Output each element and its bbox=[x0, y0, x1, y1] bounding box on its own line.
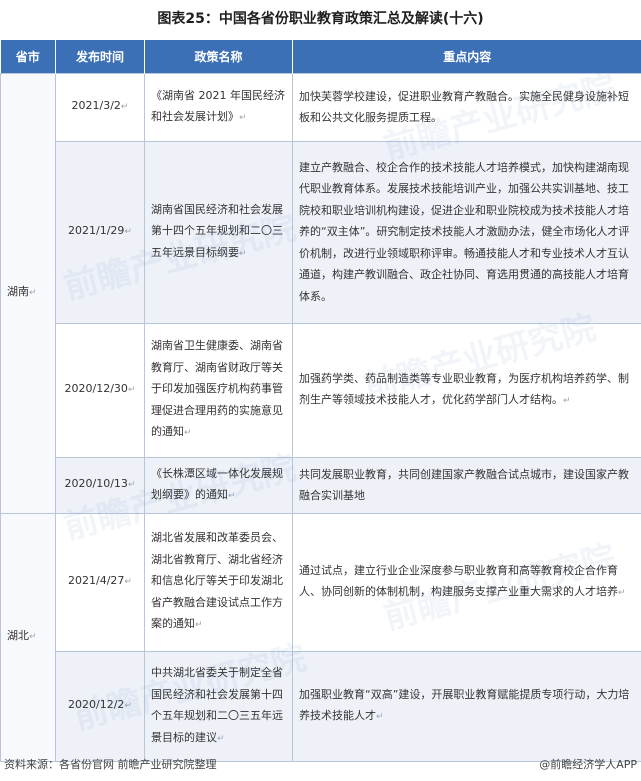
policy-name-cell: 中共湖北省委关于制定全省国民经济和社会发展第十四个五年规划和二〇三五年远景目标的… bbox=[144, 650, 293, 762]
table-row: 2021/1/29↵ 湖南省国民经济和社会发展第十四个五年规划和二〇三五年远景目… bbox=[1, 140, 641, 324]
key-content-cell: 建立产教融合、校企合作的技术技能人才培养模式，加快构建湖南现代职业教育体系。发展… bbox=[292, 140, 641, 324]
date-cell: 2020/12/30↵ bbox=[55, 322, 145, 458]
policy-name-cell: 湖南省国民经济和社会发展第十四个五年规划和二〇三五年远景目标纲要↵ bbox=[144, 140, 293, 324]
table-row: 2020/12/2↵ 中共湖北省委关于制定全省国民经济和社会发展第十四个五年规划… bbox=[1, 650, 641, 762]
policy-name-cell: 《湖南省 2021 年国民经济和社会发展计划》↵ bbox=[144, 72, 293, 142]
policy-name-cell: 湖南省卫生健康委、湖南省教育厅、湖南省财政厅等关于印发加强医疗机构药事管理促进合… bbox=[144, 322, 293, 458]
date-cell: 2020/10/13↵ bbox=[55, 456, 145, 514]
province-cell: 湖北↵ bbox=[0, 512, 56, 762]
brand-credit: @前瞻经济学人APP bbox=[539, 758, 637, 771]
date-cell: 2020/12/2↵ bbox=[55, 650, 145, 762]
table-row: 2020/12/30↵ 湖南省卫生健康委、湖南省教育厅、湖南省财政厅等关于印发加… bbox=[1, 322, 641, 458]
table-row: 2020/10/13↵ 《长株潭区域一体化发展规划纲要》的通知↵ 共同发展职业教… bbox=[1, 456, 641, 514]
table-row: 湖北↵ 2021/4/27↵ 湖北省发展和改革委员会、湖北省教育厅、湖北省经济和… bbox=[0, 512, 641, 762]
header-key-content: 重点内容 bbox=[292, 40, 641, 73]
date-cell: 2021/3/2↵ bbox=[55, 72, 145, 142]
date-cell: 2021/4/27↵ bbox=[55, 512, 145, 652]
key-content-cell: 通过试点，建立行业企业深度参与职业教育和高等教育校企合作育人、协同创新的体制机制… bbox=[292, 512, 641, 652]
policy-table: 省市 发布时间 政策名称 重点内容 湖南↵ 2021/3/2↵ 《湖南省 202… bbox=[0, 40, 641, 762]
table-row: 湖南↵ 2021/3/2↵ 《湖南省 2021 年国民经济和社会发展计划》↵ 加… bbox=[0, 72, 641, 514]
header-province: 省市 bbox=[0, 40, 56, 73]
policy-name-cell: 湖北省发展和改革委员会、湖北省教育厅、湖北省经济和信息化厅等关于印发湖北省产教融… bbox=[144, 512, 293, 652]
key-content-cell: 加强药学类、药品制造类等专业职业教育，为医疗机构培养药学、制剂生产等领域技术技能… bbox=[292, 322, 641, 458]
key-content-cell: 加快芙蓉学校建设，促进职业教育产教融合。实施全民健身设施补短板和公共文化服务提质… bbox=[292, 72, 641, 142]
key-content-cell: 加强职业教育“双高”建设，开展职业教育赋能提质专项行动，大力培养技术技能人才↵ bbox=[292, 650, 641, 762]
header-policy-name: 政策名称 bbox=[144, 40, 293, 73]
province-cell: 湖南↵ bbox=[0, 72, 56, 514]
header-date: 发布时间 bbox=[55, 40, 145, 73]
page-title: 图表25：中国各省份职业教育政策汇总及解读(十六) bbox=[157, 11, 484, 27]
source-note: 资料来源：各省份官网 前瞻产业研究院整理 bbox=[4, 758, 217, 771]
date-cell: 2021/1/29↵ bbox=[55, 140, 145, 324]
table-header-row: 省市 发布时间 政策名称 重点内容 bbox=[0, 40, 641, 73]
key-content-cell: 共同发展职业教育，共同创建国家产教融合试点城市，建设国家产教融合实训基地 bbox=[292, 456, 641, 514]
policy-name-cell: 《长株潭区域一体化发展规划纲要》的通知↵ bbox=[144, 456, 293, 514]
